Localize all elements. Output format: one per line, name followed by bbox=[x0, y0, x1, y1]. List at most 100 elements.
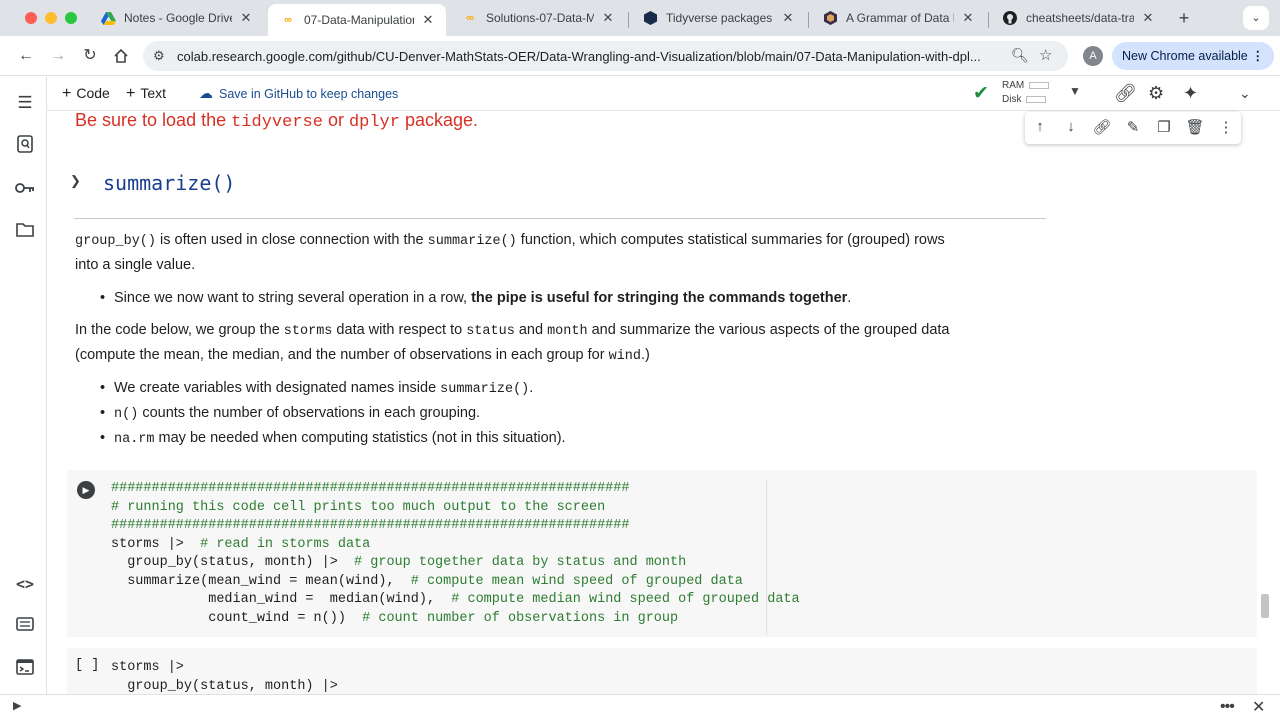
ram-label: RAM bbox=[1002, 80, 1025, 91]
more-horiz-icon[interactable]: ••• bbox=[1220, 698, 1235, 716]
bookmark-star-icon[interactable]: ☆ bbox=[1039, 46, 1052, 64]
code-editor[interactable]: ########################################… bbox=[111, 480, 800, 628]
new-tab-button[interactable]: + bbox=[1174, 8, 1194, 28]
close-icon[interactable]: ✕ bbox=[1252, 697, 1265, 717]
section-collapse-chevron-icon[interactable]: ❯ bbox=[70, 173, 81, 189]
run-cell-button[interactable]: ▶ bbox=[77, 481, 95, 499]
tab-search-button[interactable]: ⌄ bbox=[1243, 6, 1269, 30]
table-of-contents-icon[interactable]: ☰ bbox=[14, 92, 36, 114]
update-chrome-button[interactable]: New Chrome available ⋮ bbox=[1112, 42, 1274, 70]
browser-tab-1[interactable]: ∞ 07-Data-Manipulation-w ✕ bbox=[268, 4, 446, 36]
tab-separator bbox=[808, 12, 809, 28]
resource-monitor[interactable]: RAM Disk bbox=[1002, 79, 1050, 107]
code-comment: # read in storms data bbox=[200, 536, 371, 552]
site-info-icon[interactable]: ⚙ bbox=[153, 48, 165, 64]
inline-code: summarize() bbox=[440, 382, 530, 397]
more-vert-icon[interactable]: ⋮ bbox=[1216, 118, 1236, 136]
prev-text-part: package. bbox=[399, 111, 479, 130]
inline-code: na.rm bbox=[114, 432, 155, 447]
text: In the code below, we group the bbox=[75, 322, 284, 338]
close-icon[interactable]: ✕ bbox=[780, 10, 796, 26]
command-palette-icon[interactable] bbox=[14, 615, 36, 637]
tab-separator bbox=[628, 12, 629, 28]
terminal-icon[interactable] bbox=[14, 659, 36, 681]
link-icon[interactable]: 🔗︎ bbox=[1114, 83, 1137, 104]
code-editor[interactable]: storms |> group_by(status, month) |> bbox=[111, 659, 338, 694]
code-text: median_wind = median(wind), bbox=[111, 592, 452, 607]
colab-toolbar: + Code + Text ☁ Save in GitHub to keep chan… bbox=[47, 77, 1280, 111]
delete-icon[interactable]: 🗑︎ bbox=[1185, 118, 1205, 136]
save-github-label: Save in GitHub to keep changes bbox=[219, 87, 399, 101]
close-icon[interactable]: ✕ bbox=[960, 10, 976, 26]
address-bar[interactable]: ⚙ colab.research.google.com/github/CU-De… bbox=[143, 41, 1068, 71]
code-comment: # compute median wind speed of grouped d… bbox=[451, 592, 800, 607]
expand-right-icon[interactable]: ▶ bbox=[13, 699, 21, 712]
window-close-button[interactable] bbox=[25, 12, 37, 24]
paragraph-2-line-2: (compute the mean, the median, and the n… bbox=[75, 343, 650, 369]
move-down-icon[interactable]: ↓ bbox=[1061, 118, 1081, 135]
add-code-cell-button[interactable]: + Code bbox=[62, 85, 110, 103]
code-text: storms |> bbox=[111, 660, 184, 675]
github-icon bbox=[1002, 10, 1018, 26]
code-cell[interactable]: ▶ ######################################… bbox=[67, 470, 1257, 637]
mirror-cell-icon[interactable]: ❐ bbox=[1154, 118, 1174, 136]
browser-tab-4[interactable]: A Grammar of Data Man ✕ bbox=[810, 4, 986, 32]
key-icon[interactable] bbox=[14, 178, 36, 200]
section-heading: summarize() bbox=[103, 171, 236, 195]
status-bar: ▶ ••• ✕ bbox=[0, 694, 1280, 720]
browser-tab-0[interactable]: Notes - Google Drive ✕ bbox=[88, 4, 264, 32]
back-button[interactable]: ← bbox=[14, 44, 38, 68]
gemini-sparkle-icon[interactable]: ✦ bbox=[1183, 83, 1198, 104]
close-icon[interactable]: ✕ bbox=[420, 12, 436, 28]
find-icon[interactable] bbox=[14, 135, 36, 157]
check-icon: ✔ bbox=[973, 83, 989, 104]
close-icon[interactable]: ✕ bbox=[238, 10, 254, 26]
dplyr-icon bbox=[822, 10, 838, 26]
arrow-right-icon: → bbox=[50, 47, 66, 64]
browser-tab-3[interactable]: Tidyverse packages ✕ bbox=[630, 4, 806, 32]
plus-icon: + bbox=[62, 85, 72, 102]
close-icon[interactable]: ✕ bbox=[600, 10, 616, 26]
inline-code: storms bbox=[283, 324, 333, 339]
cell-toolbar: ↑ ↓ 🔗︎ ✎ ❐ 🗑︎ ⋮ bbox=[1025, 112, 1241, 144]
forward-button[interactable]: → bbox=[46, 44, 70, 68]
code-comment: ########################################… bbox=[111, 481, 630, 496]
tab-title: Solutions-07-Data-Man bbox=[486, 11, 594, 25]
window-zoom-button[interactable] bbox=[65, 12, 77, 24]
code-text: count_wind = n()) bbox=[111, 610, 363, 626]
folder-icon[interactable] bbox=[14, 221, 36, 243]
paragraph-1-line-2: into a single value. bbox=[75, 257, 196, 273]
browser-tab-2[interactable]: ∞ Solutions-07-Data-Man ✕ bbox=[450, 4, 626, 32]
inline-code: status bbox=[466, 324, 515, 339]
colab-icon: ∞ bbox=[284, 14, 292, 26]
close-icon[interactable]: ✕ bbox=[1140, 10, 1156, 26]
edit-pencil-icon[interactable]: ✎ bbox=[1123, 118, 1143, 136]
code-cell[interactable]: [ ] storms |> group_by(status, month) |> bbox=[67, 648, 1257, 694]
text: may be needed when computing statistics … bbox=[154, 430, 566, 446]
bullet-item: Since we now want to string several oper… bbox=[100, 286, 851, 311]
package-name: tidyverse bbox=[231, 113, 323, 132]
zoom-icon[interactable]: 🔍︎ bbox=[1011, 47, 1029, 64]
add-text-cell-button[interactable]: + Text bbox=[126, 85, 166, 103]
scrollbar-thumb[interactable] bbox=[1261, 594, 1269, 618]
tab-title: A Grammar of Data Man bbox=[846, 11, 954, 25]
text: .) bbox=[641, 347, 650, 363]
inline-code: summarize() bbox=[427, 234, 517, 249]
gear-icon[interactable]: ⚙ bbox=[1148, 83, 1164, 104]
execution-count[interactable]: [ ] bbox=[75, 658, 99, 673]
window-minimize-button[interactable] bbox=[45, 12, 57, 24]
tidyverse-icon bbox=[642, 10, 658, 26]
home-button[interactable] bbox=[109, 44, 133, 68]
text: and summarize the various aspects of the… bbox=[587, 322, 950, 338]
link-icon[interactable]: 🔗︎ bbox=[1092, 118, 1112, 136]
chevron-down-icon[interactable]: ⌄ bbox=[1239, 85, 1251, 102]
runtime-dropdown-icon[interactable]: ▼ bbox=[1069, 84, 1081, 98]
save-in-github-link[interactable]: ☁ Save in GitHub to keep changes bbox=[199, 85, 398, 102]
move-up-icon[interactable]: ↑ bbox=[1030, 118, 1050, 135]
bullet-item: n() counts the number of observations in… bbox=[100, 401, 480, 427]
code-snippets-icon[interactable]: <> bbox=[14, 573, 36, 595]
reload-button[interactable]: ↻ bbox=[78, 44, 102, 68]
browser-tab-5[interactable]: cheatsheets/data-trans ✕ bbox=[990, 4, 1166, 32]
avatar[interactable]: A bbox=[1083, 46, 1103, 66]
add-text-label: Text bbox=[140, 85, 167, 101]
